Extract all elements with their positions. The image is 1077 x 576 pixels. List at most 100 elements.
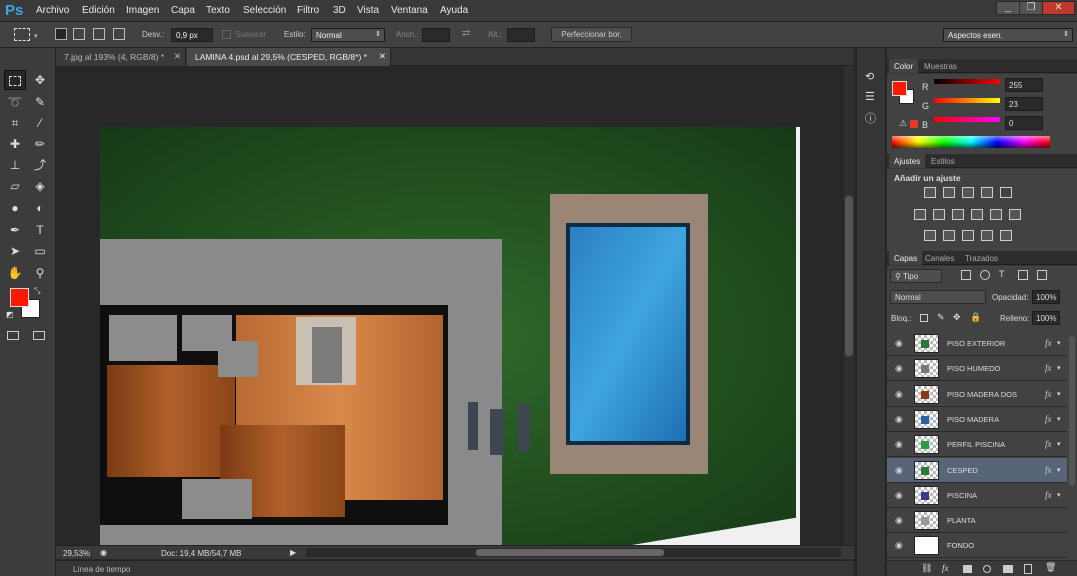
filter-smart-icon[interactable] [1037,270,1047,280]
layer-row[interactable]: ◉ PERFIL PISCINA fx ▾ [887,432,1067,458]
menu-capa[interactable]: Capa [171,5,195,16]
layer-fx-icon[interactable]: fx [1045,389,1052,399]
layer-row[interactable]: ◉ FONDO [887,533,1067,559]
style-select[interactable]: Normal ⇕ [311,28,385,42]
layer-row[interactable]: ◉ CESPED fx ▾ [887,457,1067,483]
info-icon[interactable]: ◉ [100,548,107,557]
tab-lamina-4[interactable]: LAMINA 4.psd al 29,5% (CESPED, RGB/8*) *… [187,48,391,66]
tab-canales[interactable]: Canales [920,251,959,265]
type-tool-icon[interactable]: T [29,220,51,240]
close-tab-icon[interactable]: ✕ [174,51,181,62]
add-selection-icon[interactable] [73,28,85,40]
posterize-icon[interactable] [943,230,955,241]
subtract-selection-icon[interactable] [93,28,105,40]
width-input[interactable] [422,28,450,42]
link-layers-icon[interactable]: ⛓ [921,563,932,574]
menu-ventana[interactable]: Ventana [391,5,428,16]
tab-trazados[interactable]: Trazados [960,251,1003,265]
layer-row[interactable]: ◉ PISO EXTERIOR fx ▾ [887,331,1067,356]
intersect-selection-icon[interactable] [113,28,125,40]
layer-filter-select[interactable]: ⚲ Tipo [890,269,942,283]
layer-fx-icon[interactable]: fx [1045,414,1052,424]
layer-row[interactable]: ◉ PISO MADERA fx ▾ [887,406,1067,432]
layer-thumbnail[interactable] [914,359,939,379]
new-selection-icon[interactable] [55,28,67,40]
chevron-down-icon[interactable]: ▾ [1057,491,1061,499]
pen-icon[interactable]: ✒ [4,220,26,240]
refine-edge-button[interactable]: Perfeccionar bor. [551,27,632,42]
opacity-input[interactable]: 100% [1032,290,1060,304]
menu-imagen[interactable]: Imagen [126,5,159,16]
paint-bucket-icon[interactable]: ◈ [29,176,51,196]
horizontal-scroll-thumb[interactable] [476,549,664,556]
hue-sat-icon[interactable] [914,209,926,220]
layers-scroll-thumb[interactable] [1069,336,1075,486]
horizontal-scrollbar[interactable] [306,548,841,557]
layer-thumbnail[interactable] [914,334,939,353]
add-style-icon[interactable]: fx [942,563,949,573]
r-input[interactable]: 255 [1005,78,1043,92]
screen-mode-icon[interactable] [33,331,45,340]
healing-brush-icon[interactable]: ✚ [4,134,26,154]
dodge-icon[interactable]: ◐ [29,198,51,218]
canvas-area[interactable] [56,66,844,545]
layer-thumbnail[interactable] [914,435,939,455]
blend-mode-select[interactable]: Normal [890,290,986,304]
r-slider[interactable] [934,79,1000,84]
document-canvas[interactable] [100,127,800,545]
info-panel-icon[interactable]: ⓘ [865,110,876,126]
layer-name[interactable]: FONDO [947,541,974,550]
quick-mask-icon[interactable] [7,331,19,340]
filter-shape-icon[interactable] [1018,270,1028,280]
fill-input[interactable]: 100% [1032,311,1060,325]
layer-name[interactable]: PISCINA [947,491,977,500]
layer-fx-icon[interactable]: fx [1045,439,1052,449]
move-tool-icon[interactable]: ✥ [29,70,51,90]
lock-all-icon[interactable]: 🔒 [970,312,981,323]
filter-pixel-icon[interactable] [961,270,971,280]
tab-capas[interactable]: Capas [889,251,923,265]
workspace-select[interactable]: Aspectos esen. ⇕ [943,28,1073,42]
layer-thumbnail[interactable] [914,511,939,531]
gamut-warning-icon[interactable]: ⚠ [899,118,907,129]
menu-seleccion[interactable]: Selección [243,5,286,16]
lock-transparent-icon[interactable] [920,314,928,322]
close-button[interactable]: ✕ [1042,1,1075,15]
add-mask-icon[interactable] [963,565,972,573]
hand-icon[interactable]: ✋ [4,263,26,283]
zoom-icon[interactable]: ⚲ [29,263,51,283]
marquee-tool-icon[interactable] [14,28,30,41]
layer-row[interactable]: ◉ PISCINA fx ▾ [887,482,1067,508]
lock-pixels-icon[interactable]: ✎ [937,312,945,323]
layer-name[interactable]: PISO HUMEDO [947,364,1000,373]
layer-thumbnail[interactable] [914,460,939,480]
layer-name[interactable]: PISO MADERA [947,415,999,424]
layer-thumbnail[interactable] [914,384,939,404]
menu-vista[interactable]: Vista [357,5,379,16]
b-input[interactable]: 0 [1005,116,1043,130]
minimize-button[interactable]: _ [996,1,1020,15]
blur-icon[interactable]: ● [4,198,26,218]
tab-estilos[interactable]: Estilos [926,154,960,168]
tab-color[interactable]: Color [889,59,919,73]
vertical-scroll-thumb[interactable] [845,196,853,356]
menu-texto[interactable]: Texto [206,5,230,16]
layer-name[interactable]: PLANTA [947,516,976,525]
crop-icon[interactable]: ⌗ [4,113,26,133]
curves-icon[interactable] [962,187,974,198]
layer-fx-icon[interactable]: fx [1045,490,1052,500]
history-brush-icon[interactable]: ⤴ [29,155,51,175]
photo-filter-icon[interactable] [971,209,983,220]
vertical-scrollbar[interactable] [844,66,854,545]
tab-7-jpg[interactable]: 7.jpg al 193% (4, RGB/8) * ✕ [56,48,186,66]
play-icon[interactable]: ▶ [290,548,296,557]
color-spectrum[interactable] [892,136,1050,148]
zoom-level[interactable]: 29,53% [63,549,90,558]
default-colors-icon[interactable]: ◩ [6,310,14,319]
layer-thumbnail[interactable] [914,409,939,429]
color-lookup-icon[interactable] [1009,209,1021,220]
channel-mixer-icon[interactable] [990,209,1002,220]
chevron-down-icon[interactable]: ▾ [1057,364,1061,372]
brush-icon[interactable]: ✏ [29,134,51,154]
layer-row[interactable]: ◉ PLANTA [887,508,1067,534]
